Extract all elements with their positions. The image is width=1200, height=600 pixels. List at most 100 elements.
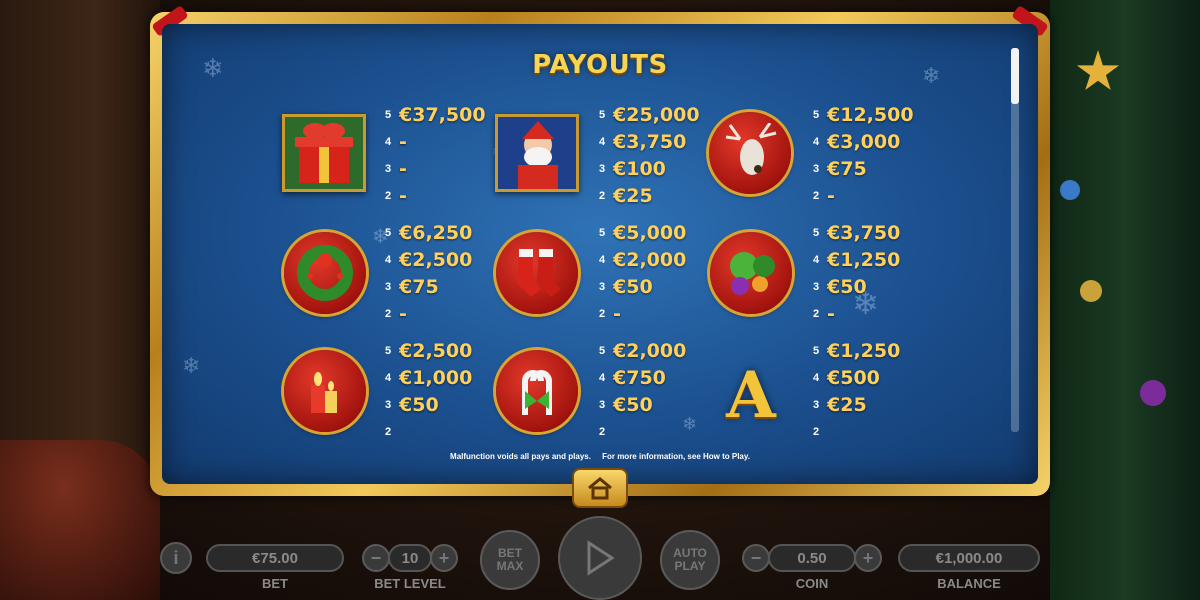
page-title: PAYOUTS (532, 50, 668, 80)
payout-value: €50 (613, 394, 653, 416)
payout-row: 5 €1,250 (813, 338, 900, 364)
payout-value: €25 (827, 394, 867, 416)
payout-value: €3,750 (613, 131, 687, 153)
payout-count: 2 (599, 308, 606, 320)
wreath-symbol (284, 232, 366, 314)
candy-cane-icon (522, 370, 552, 415)
bet-level-label: BET LEVEL (374, 576, 446, 591)
payout-value: €50 (399, 394, 439, 416)
payout-count: 3 (385, 163, 392, 175)
scrollbar-track[interactable] (1011, 48, 1019, 432)
payout-count: 5 (813, 345, 820, 357)
candles-symbol (284, 350, 366, 432)
payout-row: 4 €2,000 (599, 247, 686, 273)
payout-count: 4 (599, 136, 606, 148)
payout-value: €37,500 (399, 104, 486, 126)
payout-count: 3 (385, 281, 392, 293)
coin-value: 0.50 (768, 544, 856, 572)
payout-row: 5 €12,500 (813, 102, 914, 128)
home-button[interactable] (572, 468, 628, 508)
payout-row: 4- (385, 129, 407, 155)
bet-max-button[interactable]: BET MAX (480, 530, 540, 590)
payout-row: 4 €2,500 (385, 247, 472, 273)
payout-value: €75 (399, 276, 439, 298)
payout-row: 3 €50 (599, 392, 653, 418)
payout-count: 4 (385, 254, 392, 266)
payout-row: 3- (385, 156, 407, 182)
payout-value: €50 (613, 276, 653, 298)
coin-plus-button[interactable]: + (854, 544, 882, 572)
payout-count: 2 (813, 190, 820, 202)
candle-icon (311, 372, 337, 413)
scrollbar-thumb[interactable] (1011, 48, 1019, 104)
info-button[interactable]: i (160, 542, 192, 574)
auto-play-button[interactable]: AUTO PLAY (660, 530, 720, 590)
play-icon (587, 540, 615, 576)
payout-value: €3,750 (827, 222, 901, 244)
payout-count: 4 (813, 136, 820, 148)
payout-row: 5 €5,000 (599, 220, 686, 246)
payout-value: - (827, 185, 835, 207)
payout-value: €750 (613, 367, 666, 389)
reindeer-symbol (709, 112, 791, 194)
payout-row: 2- (813, 183, 835, 209)
payout-row: 4 €3,750 (599, 129, 686, 155)
payout-value: - (399, 185, 407, 207)
payout-count: 4 (599, 254, 606, 266)
payout-value: €2,000 (613, 249, 687, 271)
bet-level-minus-button[interactable]: − (362, 544, 390, 572)
bet-level-plus-button[interactable]: + (430, 544, 458, 572)
background-christmas-tree (1050, 0, 1200, 600)
payout-row: 4 €3,000 (813, 129, 900, 155)
coin-minus-button[interactable]: − (742, 544, 770, 572)
payout-row: 4 €1,000 (385, 365, 472, 391)
payout-row: 2- (813, 301, 835, 327)
payout-row: 2- (385, 301, 407, 327)
payout-count: 5 (599, 227, 606, 239)
payout-value: €1,250 (827, 340, 901, 362)
payout-count: 3 (813, 163, 820, 175)
payout-count: 4 (385, 372, 392, 384)
payout-value: €75 (827, 158, 867, 180)
spin-button[interactable] (558, 516, 642, 600)
bet-level-value: 10 (388, 544, 432, 572)
payout-row: 5 €37,500 (385, 102, 486, 128)
payout-row: 2- (599, 301, 621, 327)
reindeer-icon (725, 123, 777, 175)
payout-count: 3 (813, 281, 820, 293)
payout-count: 2 (813, 308, 820, 320)
payout-count: 3 (599, 281, 606, 293)
payout-row: 5 €2,000 (599, 338, 686, 364)
payout-value: €2,500 (399, 340, 473, 362)
home-icon (588, 477, 612, 500)
payout-count: 4 (813, 372, 820, 384)
payout-count: 5 (599, 109, 606, 121)
payout-row: 5 €6,250 (385, 220, 472, 246)
santa-icon (498, 117, 576, 189)
payout-count: 2 (599, 426, 606, 438)
payout-count: 5 (385, 227, 392, 239)
payout-count: 5 (813, 227, 820, 239)
payout-value: €100 (613, 158, 666, 180)
payout-row: 4 €1,250 (813, 247, 900, 273)
payout-row: 3 €75 (813, 156, 867, 182)
payout-row: 5 €3,750 (813, 220, 900, 246)
payout-value: €1,000 (399, 367, 473, 389)
bet-label: BET (262, 576, 288, 591)
stockings-symbol (496, 232, 578, 314)
payout-count: 2 (385, 190, 392, 202)
payout-value: €6,250 (399, 222, 473, 244)
payout-row: 3 €25 (813, 392, 867, 418)
payout-row: 2 (599, 419, 613, 445)
payout-value: - (613, 303, 621, 325)
payout-value: €5,000 (613, 222, 687, 244)
payout-value: €500 (827, 367, 880, 389)
payout-row: 5 €25,000 (599, 102, 700, 128)
coin-label: COIN (795, 576, 829, 591)
payout-count: 3 (599, 399, 606, 411)
payout-row: 2 (813, 419, 827, 445)
payout-count: 2 (385, 308, 392, 320)
stocking-icon (517, 249, 561, 297)
payout-value: €25 (613, 185, 653, 207)
payout-row: 4 €750 (599, 365, 666, 391)
